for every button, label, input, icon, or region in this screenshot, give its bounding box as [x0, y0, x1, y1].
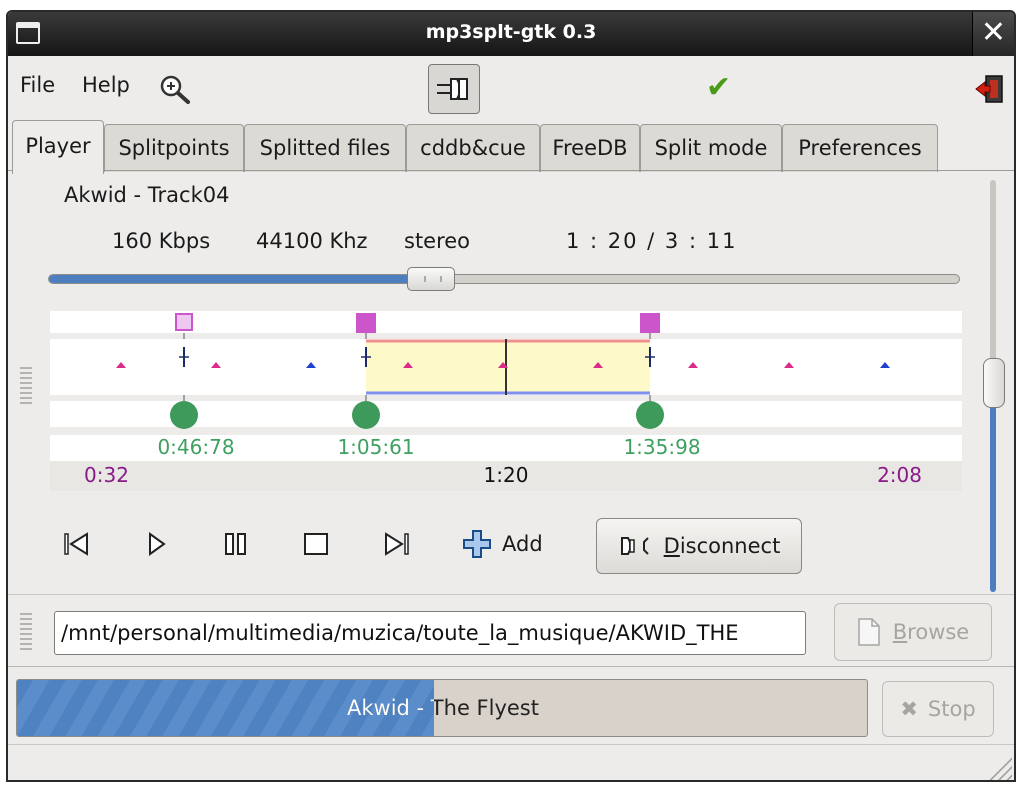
add-splitpoint-button[interactable]: Add [462, 524, 543, 564]
disconnect-button[interactable]: Disconnect [596, 518, 802, 574]
menu-help[interactable]: Help [82, 73, 130, 97]
song-position-fill [49, 275, 432, 283]
bitrate-label: 160 Kbps [112, 229, 211, 253]
view-end-label: 2:08 [877, 463, 922, 487]
connect-toggle-button[interactable] [428, 64, 480, 114]
channels-label: stereo [404, 229, 471, 253]
splitpoint-marker-checked[interactable] [356, 313, 376, 333]
tab-player[interactable]: Player [12, 120, 104, 174]
tab-splitted-files[interactable]: Splitted files [244, 124, 406, 172]
stop-icon[interactable] [298, 526, 334, 562]
stop-x-icon: ✖ [900, 697, 918, 721]
zoom-icon[interactable] [158, 74, 194, 106]
view-start-label: 0:32 [84, 463, 129, 487]
time-label: 1 : 20 / 3 : 11 [566, 229, 738, 253]
pane-grip[interactable] [20, 613, 32, 651]
split-progress-bar: Akwid - The Flyest Akwid - The Flyest [16, 679, 868, 737]
previous-icon[interactable] [60, 526, 96, 562]
menu-bar: File Help ✔ [8, 56, 1014, 122]
pane-grip[interactable] [20, 367, 32, 407]
view-center-label: 1:20 [484, 463, 529, 487]
scrollbar-thumb[interactable] [983, 358, 1005, 408]
add-label: Add [502, 532, 543, 556]
file-chooser-row: Browse [8, 594, 1014, 666]
file-path-input[interactable] [54, 611, 806, 655]
song-position-thumb[interactable] [407, 267, 456, 291]
song-name: Akwid - Track04 [64, 183, 230, 207]
splitpoint-handle[interactable] [170, 401, 198, 429]
stop-split-button[interactable]: ✖ Stop [882, 681, 994, 737]
splitpoint-marker-checked[interactable] [640, 313, 660, 333]
tab-bar: Player Splitpoints Splitted files cddb&c… [8, 120, 1014, 174]
resize-grip-icon[interactable] [984, 754, 1012, 780]
tab-cddb-cue[interactable]: cddb&cue [406, 124, 540, 172]
next-icon[interactable] [378, 526, 414, 562]
splitpoint-time-label: 0:46:78 [157, 435, 234, 459]
disconnect-icon [620, 537, 649, 555]
tab-freedb[interactable]: FreeDB [540, 124, 640, 172]
splitpoint-handle[interactable] [636, 401, 664, 429]
splitpoint-time-label: 1:05:61 [337, 435, 414, 459]
tab-split-mode[interactable]: Split mode [640, 124, 782, 172]
splitpoint-timeline[interactable]: 0:46:78 1:05:61 1:35:98 0:32 1:20 2:08 [50, 311, 962, 501]
menu-file[interactable]: File [20, 73, 55, 97]
browse-button[interactable]: Browse [834, 603, 992, 661]
title-bar: mp3splt-gtk 0.3 ✕ [8, 12, 1014, 56]
player-controls: Add Disconnect [8, 516, 968, 582]
split-progress-row: Akwid - The Flyest Akwid - The Flyest ✖ … [8, 666, 1014, 742]
status-bar [8, 744, 1014, 780]
song-position-slider[interactable] [48, 267, 960, 291]
file-icon [858, 618, 880, 646]
tab-splitpoints[interactable]: Splitpoints [104, 124, 244, 172]
disconnect-label: Disconnect [663, 534, 781, 558]
browse-label: Browse [892, 620, 970, 644]
pause-icon[interactable] [218, 526, 254, 562]
scrollbar-fill [990, 384, 996, 592]
play-icon[interactable] [138, 526, 174, 562]
quit-icon[interactable] [974, 74, 1004, 104]
close-icon[interactable]: ✕ [972, 12, 1014, 56]
window-title: mp3splt-gtk 0.3 [425, 21, 597, 43]
splitpoint-handle[interactable] [352, 401, 380, 429]
plus-icon [463, 530, 491, 558]
splitpoint-marker-unchecked[interactable] [175, 313, 193, 331]
stop-label: Stop [927, 697, 976, 721]
vertical-scrollbar[interactable] [983, 180, 1005, 592]
check-icon[interactable]: ✔ [706, 70, 731, 105]
split-progress-text-overlay: Akwid - The Flyest [347, 696, 434, 720]
frequency-label: 44100 Khz [256, 229, 368, 253]
splitpoint-time-label: 1:35:98 [623, 435, 700, 459]
tab-preferences[interactable]: Preferences [782, 124, 938, 172]
main-window: mp3splt-gtk 0.3 ✕ File Help ✔ Player Spl… [6, 10, 1016, 782]
